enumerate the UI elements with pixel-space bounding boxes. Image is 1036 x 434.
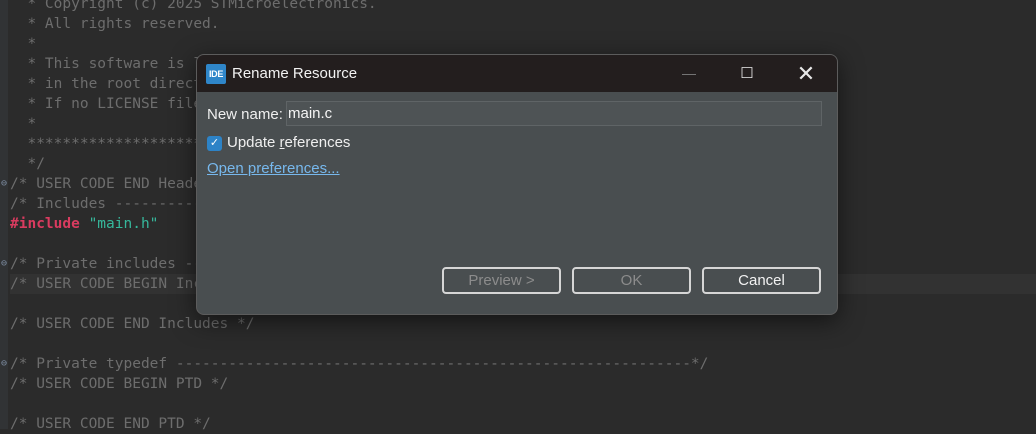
dialog-titlebar[interactable]: IDE Rename Resource — ☐ ✕: [197, 55, 837, 92]
update-references-label[interactable]: Update references: [227, 134, 350, 151]
maximize-icon[interactable]: ☐: [718, 55, 776, 92]
ok-button[interactable]: OK: [572, 267, 691, 294]
code-line[interactable]: /* USER CODE END PTD */: [10, 414, 1036, 434]
new-name-input[interactable]: [286, 101, 822, 126]
code-line[interactable]: * All rights reserved.: [10, 14, 1036, 34]
fold-collapse-icon[interactable]: ⊖: [0, 174, 9, 194]
code-keyword: #include: [10, 216, 80, 232]
code-string: "main.h": [88, 216, 159, 232]
code-line[interactable]: ⊖/* Private typedef --------------------…: [1, 354, 1036, 374]
dialog-title: Rename Resource: [232, 65, 358, 82]
open-preferences-link[interactable]: Open preferences...: [207, 160, 340, 177]
rename-resource-dialog: IDE Rename Resource — ☐ ✕ New name: ✓ Up…: [196, 54, 838, 315]
new-name-label: New name:: [207, 106, 283, 123]
close-icon[interactable]: ✕: [777, 55, 835, 92]
ide-app-icon: IDE: [206, 64, 226, 84]
code-line[interactable]: /* USER CODE END Includes */: [10, 314, 1036, 334]
update-references-checkbox[interactable]: ✓: [207, 136, 222, 151]
code-line[interactable]: /* USER CODE BEGIN PTD */: [10, 374, 1036, 394]
code-line[interactable]: [10, 394, 1036, 414]
preview-button[interactable]: Preview >: [442, 267, 561, 294]
fold-collapse-icon[interactable]: ⊖: [0, 254, 9, 274]
code-line[interactable]: [10, 334, 1036, 354]
code-line[interactable]: *: [10, 34, 1036, 54]
cancel-button[interactable]: Cancel: [702, 267, 821, 294]
code-line[interactable]: * Copyright (c) 2025 STMicroelectronics.: [10, 0, 1036, 14]
fold-collapse-icon[interactable]: ⊖: [0, 354, 9, 374]
minimize-icon[interactable]: —: [660, 55, 718, 92]
